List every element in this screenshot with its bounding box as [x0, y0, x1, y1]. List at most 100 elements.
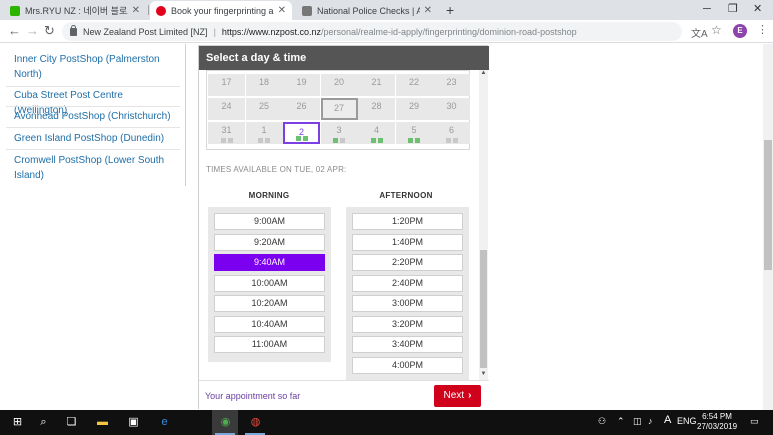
location-link[interactable]: Green Island PostShop (Dunedin)	[14, 131, 174, 146]
kebab-menu-icon[interactable]: ⋮	[757, 23, 768, 36]
morning-time-slot[interactable]: 9:00AM	[214, 213, 325, 230]
store-icon[interactable]: ▣	[126, 415, 141, 430]
avatar[interactable]: E	[733, 24, 747, 38]
language-indicator[interactable]: ENG	[677, 416, 697, 426]
url-host: https://www.nzpost.co.nz	[221, 26, 321, 37]
calendar-day[interactable]: 21	[358, 74, 395, 96]
star-icon[interactable]: ☆	[711, 23, 722, 37]
morning-slots: 9:00AM 9:20AM 9:40AM 10:00AM 10:20AM 10:40AM 1…	[208, 207, 331, 362]
availability-dot	[408, 138, 413, 143]
edge-icon[interactable]: e	[157, 415, 172, 430]
calendar-day-number: 4	[373, 125, 379, 135]
availability-indicator	[246, 138, 283, 143]
arrow-right-icon[interactable]: →	[26, 23, 39, 39]
location-link[interactable]: Cromwell PostShop (Lower South Island)	[14, 153, 174, 183]
location-link[interactable]: Avonhead PostShop (Christchurch)	[14, 109, 174, 124]
calendar-day[interactable]: 18	[245, 74, 283, 96]
morning-time-slot[interactable]: 10:00AM	[214, 274, 325, 292]
location-link[interactable]: Inner City PostShop (Palmerston North)	[14, 52, 174, 82]
notification-icon[interactable]: ▭	[750, 416, 759, 427]
clock[interactable]: 6:54 PM 27/03/2019	[697, 412, 737, 432]
page-content: Inner City PostShop (Palmerston North) C…	[0, 44, 773, 410]
chevron-up-icon[interactable]: ⌃	[617, 416, 625, 427]
translate-icon[interactable]: 文A	[691, 25, 708, 40]
afternoon-time-slot[interactable]: 1:40PM	[352, 233, 463, 251]
next-button[interactable]: Next ›	[434, 385, 481, 407]
reload-icon[interactable]: ↻	[44, 23, 55, 39]
calendar-day[interactable]: 29	[395, 98, 433, 120]
calendar-day[interactable]: 22	[395, 74, 433, 96]
morning-time-slot[interactable]: 9:40AM	[214, 254, 325, 271]
calendar-day-number: 26	[296, 101, 307, 111]
new-tab-button[interactable]: +	[446, 2, 454, 18]
search-icon[interactable]: ⌕	[36, 415, 51, 430]
morning-time-slot[interactable]: 11:00AM	[214, 336, 325, 353]
calendar-day-number: 28	[371, 101, 382, 111]
morning-time-slot[interactable]: 9:20AM	[214, 233, 325, 251]
calendar-day[interactable]: 27	[320, 98, 358, 120]
availability-dot	[265, 138, 270, 143]
modal-scrollbar[interactable]: ▲ ▼	[479, 70, 488, 380]
calendar-day-number: 6	[448, 125, 454, 135]
calendar-day-number: 27	[333, 103, 344, 113]
calendar-day[interactable]: 1	[245, 122, 283, 144]
scroll-thumb[interactable]	[480, 250, 487, 368]
calendar-day[interactable]: 23	[433, 74, 470, 96]
times-available-label: TIMES AVAILABLE ON TUE, 02 APR:	[206, 165, 347, 174]
calendar-day[interactable]: 5	[395, 122, 433, 144]
restore-icon[interactable]: ❐	[728, 2, 738, 16]
tab-naver-blog[interactable]: Mrs.RYU NZ : 네이버 블로그 ✕	[4, 1, 146, 20]
morning-time-slot[interactable]: 10:40AM	[214, 315, 325, 333]
page-scrollbar[interactable]	[763, 44, 773, 410]
calendar-day[interactable]: 24	[208, 98, 245, 120]
afternoon-time-slot[interactable]: 1:20PM	[352, 213, 463, 230]
network-icon[interactable]: ◫	[633, 416, 642, 427]
afternoon-time-slot[interactable]: 4:00PM	[352, 356, 463, 374]
arrow-left-icon[interactable]: ←	[8, 23, 21, 39]
calendar-day[interactable]: 28	[358, 98, 395, 120]
tab-nzpost-booking[interactable]: Book your fingerprinting appoint ✕	[150, 1, 292, 20]
appointment-summary-link[interactable]: Your appointment so far	[205, 391, 300, 401]
tab-close-icon[interactable]: ✕	[278, 5, 286, 16]
app-icon[interactable]: ◍	[248, 415, 263, 430]
availability-dot	[333, 138, 338, 143]
calendar-day-number: 30	[446, 101, 457, 111]
ime-indicator[interactable]: A	[664, 414, 671, 426]
afternoon-time-slot[interactable]: 3:40PM	[352, 336, 463, 353]
calendar-day[interactable]: 26	[283, 98, 320, 120]
task-view-icon[interactable]: ❏	[64, 415, 79, 430]
scroll-up-icon[interactable]: ▲	[480, 70, 487, 76]
calendar-day-number: 22	[408, 77, 419, 87]
file-explorer-icon[interactable]: ▬	[95, 415, 110, 430]
tab-close-icon[interactable]: ✕	[424, 5, 432, 16]
windows-start-icon[interactable]: ⊞	[10, 415, 25, 430]
calendar-day[interactable]: 3	[320, 122, 358, 144]
afternoon-time-slot[interactable]: 2:20PM	[352, 254, 463, 271]
calendar-day[interactable]: 31	[208, 122, 245, 144]
calendar-day[interactable]: 6	[433, 122, 470, 144]
page-scroll-thumb[interactable]	[764, 140, 772, 270]
calendar-day-number: 21	[371, 77, 382, 87]
calendar-day[interactable]: 25	[245, 98, 283, 120]
minimize-icon[interactable]: ─	[703, 2, 711, 16]
calendar-day[interactable]: 19	[283, 74, 320, 96]
afternoon-time-slot[interactable]: 2:40PM	[352, 274, 463, 292]
calendar-day[interactable]: 2	[283, 122, 320, 144]
tab-close-icon[interactable]: ✕	[132, 5, 140, 16]
calendar-day[interactable]: 20	[320, 74, 358, 96]
afternoon-time-slot[interactable]: 3:20PM	[352, 315, 463, 333]
calendar-day[interactable]: 17	[208, 74, 245, 96]
tab-police-checks[interactable]: National Police Checks | Australi ✕	[296, 1, 438, 20]
chrome-icon[interactable]: ◉	[218, 415, 233, 430]
divider	[6, 127, 180, 128]
volume-icon[interactable]: ♪	[648, 416, 653, 426]
people-icon[interactable]: ⚇	[598, 416, 606, 427]
scroll-down-icon[interactable]: ▼	[480, 371, 487, 377]
calendar-day[interactable]: 30	[433, 98, 470, 120]
close-icon[interactable]: ✕	[753, 2, 762, 16]
calendar-day[interactable]: 4	[358, 122, 395, 144]
address-bar[interactable]: New Zealand Post Limited [NZ] | https://…	[62, 22, 682, 41]
afternoon-time-slot[interactable]: 3:00PM	[352, 295, 463, 312]
divider	[6, 106, 180, 107]
morning-time-slot[interactable]: 10:20AM	[214, 295, 325, 312]
